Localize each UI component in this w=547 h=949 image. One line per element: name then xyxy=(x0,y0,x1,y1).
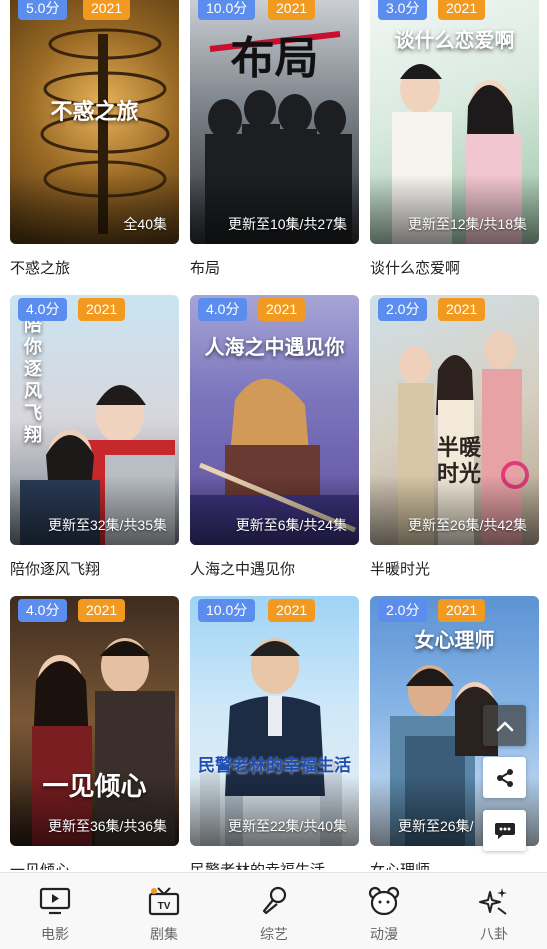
poster-title-text: 半暖时光 xyxy=(436,435,481,487)
sparkle-icon xyxy=(474,883,514,919)
drama-title[interactable]: 人海之中遇见你 xyxy=(190,560,359,580)
share-button[interactable] xyxy=(483,757,526,798)
year-badge: 2021 xyxy=(78,298,126,321)
poster[interactable]: 不惑之旅 5.0分 2021 全40集 xyxy=(10,0,179,244)
episode-status: 更新至26集/ xyxy=(398,818,474,834)
score-badge: 10.0分 xyxy=(198,0,256,20)
score-badge: 4.0分 xyxy=(18,599,68,622)
poster[interactable]: 人海之中遇见你 4.0分 2021 更新至6集/共24集 xyxy=(190,295,359,545)
tab-label: 八卦 xyxy=(480,926,508,942)
score-badge: 4.0分 xyxy=(18,298,68,321)
year-badge: 2021 xyxy=(258,298,306,321)
episode-status: 更新至22集/共40集 xyxy=(227,818,347,834)
score-badge: 5.0分 xyxy=(18,0,68,20)
tv-icon: TV xyxy=(144,883,184,919)
poster-title-text: 女心理师 xyxy=(414,628,495,652)
drama-card[interactable]: 一见倾心 4.0分 2021 更新至36集/共36集 一见倾心 xyxy=(10,596,179,870)
tab-variety[interactable]: 综艺 xyxy=(219,873,329,949)
bear-head-icon xyxy=(364,883,404,919)
drama-title[interactable]: 一见倾心 xyxy=(10,861,179,870)
poster-title-text: 人海之中遇见你 xyxy=(204,335,345,359)
drama-title[interactable]: 陪你逐风飞翔 xyxy=(10,560,179,580)
poster-title-text: 布局 xyxy=(230,33,319,84)
tab-label: 电影 xyxy=(41,926,69,942)
year-badge: 2021 xyxy=(78,599,126,622)
drama-title[interactable]: 半暖时光 xyxy=(370,560,539,580)
poster[interactable]: 陪你逐风飞翔 4.0分 2021 更新至32集/共35集 xyxy=(10,295,179,545)
drama-title[interactable]: 谈什么恋爱啊 xyxy=(370,259,539,279)
year-badge: 2021 xyxy=(438,298,486,321)
episode-status: 更新至36集/共36集 xyxy=(47,818,167,834)
drama-card[interactable]: 人海之中遇见你 4.0分 2021 更新至6集/共24集 人海之中遇见你 xyxy=(190,295,359,580)
poster[interactable]: 民警老林的幸福生活 10.0分 2021 更新至22集/共40集 xyxy=(190,596,359,846)
score-badge: 2.0分 xyxy=(378,599,428,622)
score-badge: 10.0分 xyxy=(198,599,256,622)
episode-status: 更新至32集/共35集 xyxy=(47,517,167,533)
score-badge: 3.0分 xyxy=(378,0,428,20)
comment-icon xyxy=(494,822,515,839)
poster-title-text: 不惑之旅 xyxy=(50,99,139,125)
episode-status: 全40集 xyxy=(123,216,167,232)
poster-title-text: 陪你逐风飞翔 xyxy=(24,315,42,446)
drama-card[interactable]: 陪你逐风飞翔 4.0分 2021 更新至32集/共35集 陪你逐风飞翔 xyxy=(10,295,179,580)
year-badge: 2021 xyxy=(83,0,131,20)
poster-title-text: 谈什么恋爱啊 xyxy=(394,28,515,52)
tab-movies[interactable]: 电影 xyxy=(0,873,110,949)
poster-title-text: 民警老林的幸福生活 xyxy=(198,756,351,776)
episode-status: 更新至26集/共42集 xyxy=(407,517,527,533)
score-badge: 2.0分 xyxy=(378,298,428,321)
poster[interactable]: 布局 10.0分 2021 更新至10集/共27集 xyxy=(190,0,359,244)
poster[interactable]: 半暖时光 2.0分 2021 更新至26集/共42集 xyxy=(370,295,539,545)
bottom-tab-bar: 电影 TV 剧集 综艺 动漫 八卦 xyxy=(0,872,547,949)
tab-label: 动漫 xyxy=(370,926,398,942)
year-badge: 2021 xyxy=(438,599,486,622)
drama-title[interactable]: 女心理师 xyxy=(370,861,539,870)
tab-anime[interactable]: 动漫 xyxy=(329,873,439,949)
tab-gossip[interactable]: 八卦 xyxy=(439,873,547,949)
year-badge: 2021 xyxy=(268,0,316,20)
movie-screen-icon xyxy=(35,883,75,919)
svg-text:TV: TV xyxy=(158,901,171,912)
year-badge: 2021 xyxy=(268,599,316,622)
poster[interactable]: 谈什么恋爱啊 3.0分 2021 更新至12集/共18集 xyxy=(370,0,539,244)
chevron-up-icon xyxy=(496,721,513,731)
episode-status: 更新至10集/共27集 xyxy=(227,216,347,232)
score-badge: 4.0分 xyxy=(198,298,248,321)
year-badge: 2021 xyxy=(438,0,486,20)
tab-label: 综艺 xyxy=(260,926,288,942)
tab-series[interactable]: TV 剧集 xyxy=(109,873,219,949)
drama-title[interactable]: 布局 xyxy=(190,259,359,279)
share-icon xyxy=(496,768,513,787)
drama-title[interactable]: 不惑之旅 xyxy=(10,259,179,279)
poster[interactable]: 一见倾心 4.0分 2021 更新至36集/共36集 xyxy=(10,596,179,846)
drama-card[interactable]: 半暖时光 2.0分 2021 更新至26集/共42集 半暖时光 xyxy=(370,295,539,580)
poster-title-text: 一见倾心 xyxy=(42,772,147,802)
tab-label: 剧集 xyxy=(150,926,178,942)
drama-card[interactable]: 不惑之旅 5.0分 2021 全40集 不惑之旅 xyxy=(10,0,179,279)
microphone-icon xyxy=(254,883,294,919)
scroll-to-top-button[interactable] xyxy=(483,705,526,746)
episode-status: 更新至6集/共24集 xyxy=(235,517,347,533)
drama-grid: 不惑之旅 5.0分 2021 全40集 不惑之旅 布局 10.0分 2021 更… xyxy=(0,0,547,870)
drama-title[interactable]: 民警老林的幸福生活 xyxy=(190,861,359,870)
drama-card[interactable]: 民警老林的幸福生活 10.0分 2021 更新至22集/共40集 民警老林的幸福… xyxy=(190,596,359,870)
comment-button[interactable] xyxy=(483,810,526,851)
drama-card[interactable]: 布局 10.0分 2021 更新至10集/共27集 布局 xyxy=(190,0,359,279)
episode-status: 更新至12集/共18集 xyxy=(407,216,527,232)
drama-card[interactable]: 谈什么恋爱啊 3.0分 2021 更新至12集/共18集 谈什么恋爱啊 xyxy=(370,0,539,279)
